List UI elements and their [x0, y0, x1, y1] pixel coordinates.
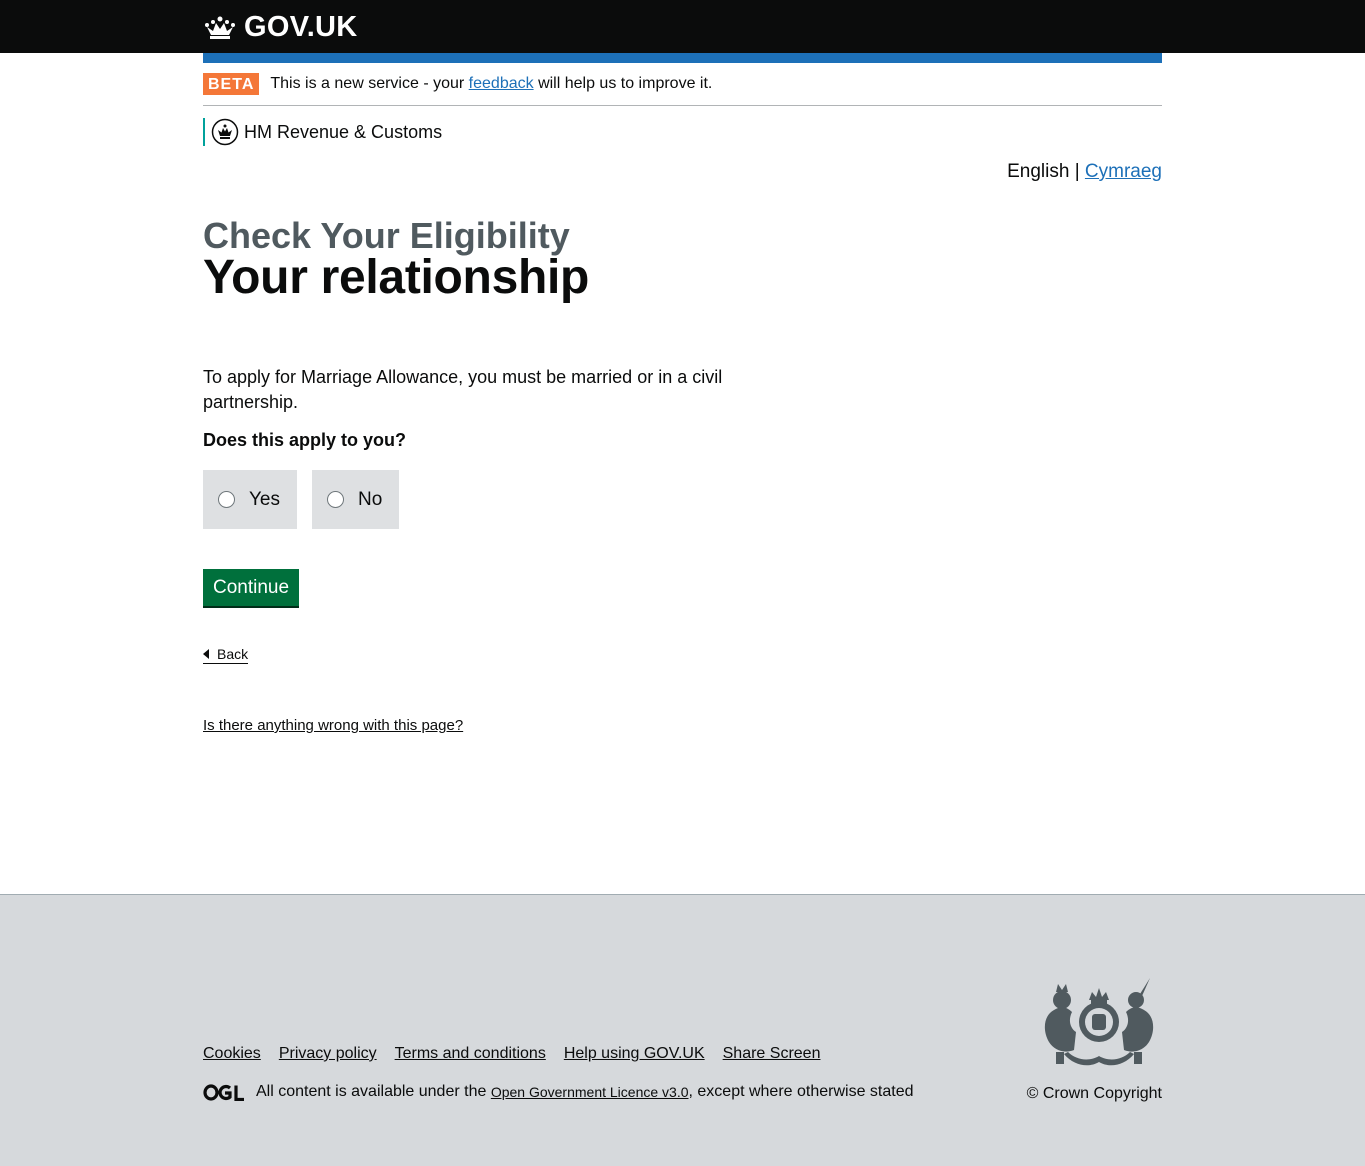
phase-banner-text: This is a new service - your feedback wi… [270, 73, 712, 95]
footer-link-terms[interactable]: Terms and conditions [395, 1045, 546, 1063]
radio-no-label: No [358, 488, 383, 510]
language-welsh-link[interactable]: Cymraeg [1085, 161, 1162, 182]
footer: Cookies Privacy policy Terms and conditi… [0, 894, 1365, 1166]
govuk-header: GOV.UK [0, 0, 1365, 53]
licence-statement: All content is available under the Open … [203, 1083, 914, 1101]
radio-group: Yes No [203, 470, 400, 529]
hmrc-crest-icon [211, 118, 239, 146]
report-problem-link[interactable]: Is there anything wrong with this page? [203, 717, 463, 734]
radio-yes[interactable]: Yes [203, 470, 297, 529]
phase-banner-text-before: This is a new service - your [270, 75, 465, 92]
continue-button[interactable]: Continue [203, 569, 300, 606]
radio-yes-label: Yes [249, 488, 280, 510]
header-blue-bar [203, 53, 1162, 63]
footer-link-share-screen[interactable]: Share Screen [723, 1045, 821, 1063]
govuk-logo-link[interactable]: GOV.UK [203, 11, 358, 44]
footer-link-privacy[interactable]: Privacy policy [279, 1045, 377, 1063]
royal-coat-of-arms-icon [1044, 978, 1154, 1066]
feedback-link[interactable]: feedback [469, 75, 534, 92]
radio-no-input[interactable] [327, 491, 344, 508]
back-arrow-icon [203, 649, 209, 659]
ogl-logo-icon [203, 1083, 244, 1101]
phase-banner-text-after: will help us to improve it. [538, 75, 713, 92]
govuk-logo-text: GOV.UK [244, 11, 358, 43]
back-link-label: Back [217, 646, 249, 662]
beta-tag: BETA [203, 73, 260, 95]
radio-no[interactable]: No [312, 470, 400, 529]
question-legend: Does this apply to you? [203, 430, 407, 450]
ogl-licence-link[interactable]: Open Government Licence v3.0 [491, 1084, 689, 1100]
language-current: English [1007, 161, 1070, 182]
language-toggle: English | Cymraeg [1007, 161, 1162, 183]
back-link[interactable]: Back [203, 646, 249, 664]
licence-text-after: , except where otherwise stated [688, 1083, 914, 1100]
crown-icon [205, 16, 235, 39]
organisation-banner: HM Revenue & Customs [203, 118, 442, 146]
phase-banner: BETA This is a new service - your feedba… [203, 73, 1162, 106]
organisation-name: HM Revenue & Customs [244, 121, 443, 142]
footer-links: Cookies Privacy policy Terms and conditi… [203, 1045, 838, 1063]
page-title: Your relationship [203, 251, 590, 304]
language-separator: | [1074, 161, 1080, 182]
intro-text: To apply for Marriage Allowance, you mus… [203, 367, 723, 412]
licence-text-before: All content is available under the [256, 1083, 487, 1100]
crown-copyright-link[interactable]: © Crown Copyright [1027, 1085, 1162, 1103]
footer-link-cookies[interactable]: Cookies [203, 1045, 261, 1063]
footer-link-help[interactable]: Help using GOV.UK [564, 1045, 705, 1063]
radio-yes-input[interactable] [218, 491, 235, 508]
